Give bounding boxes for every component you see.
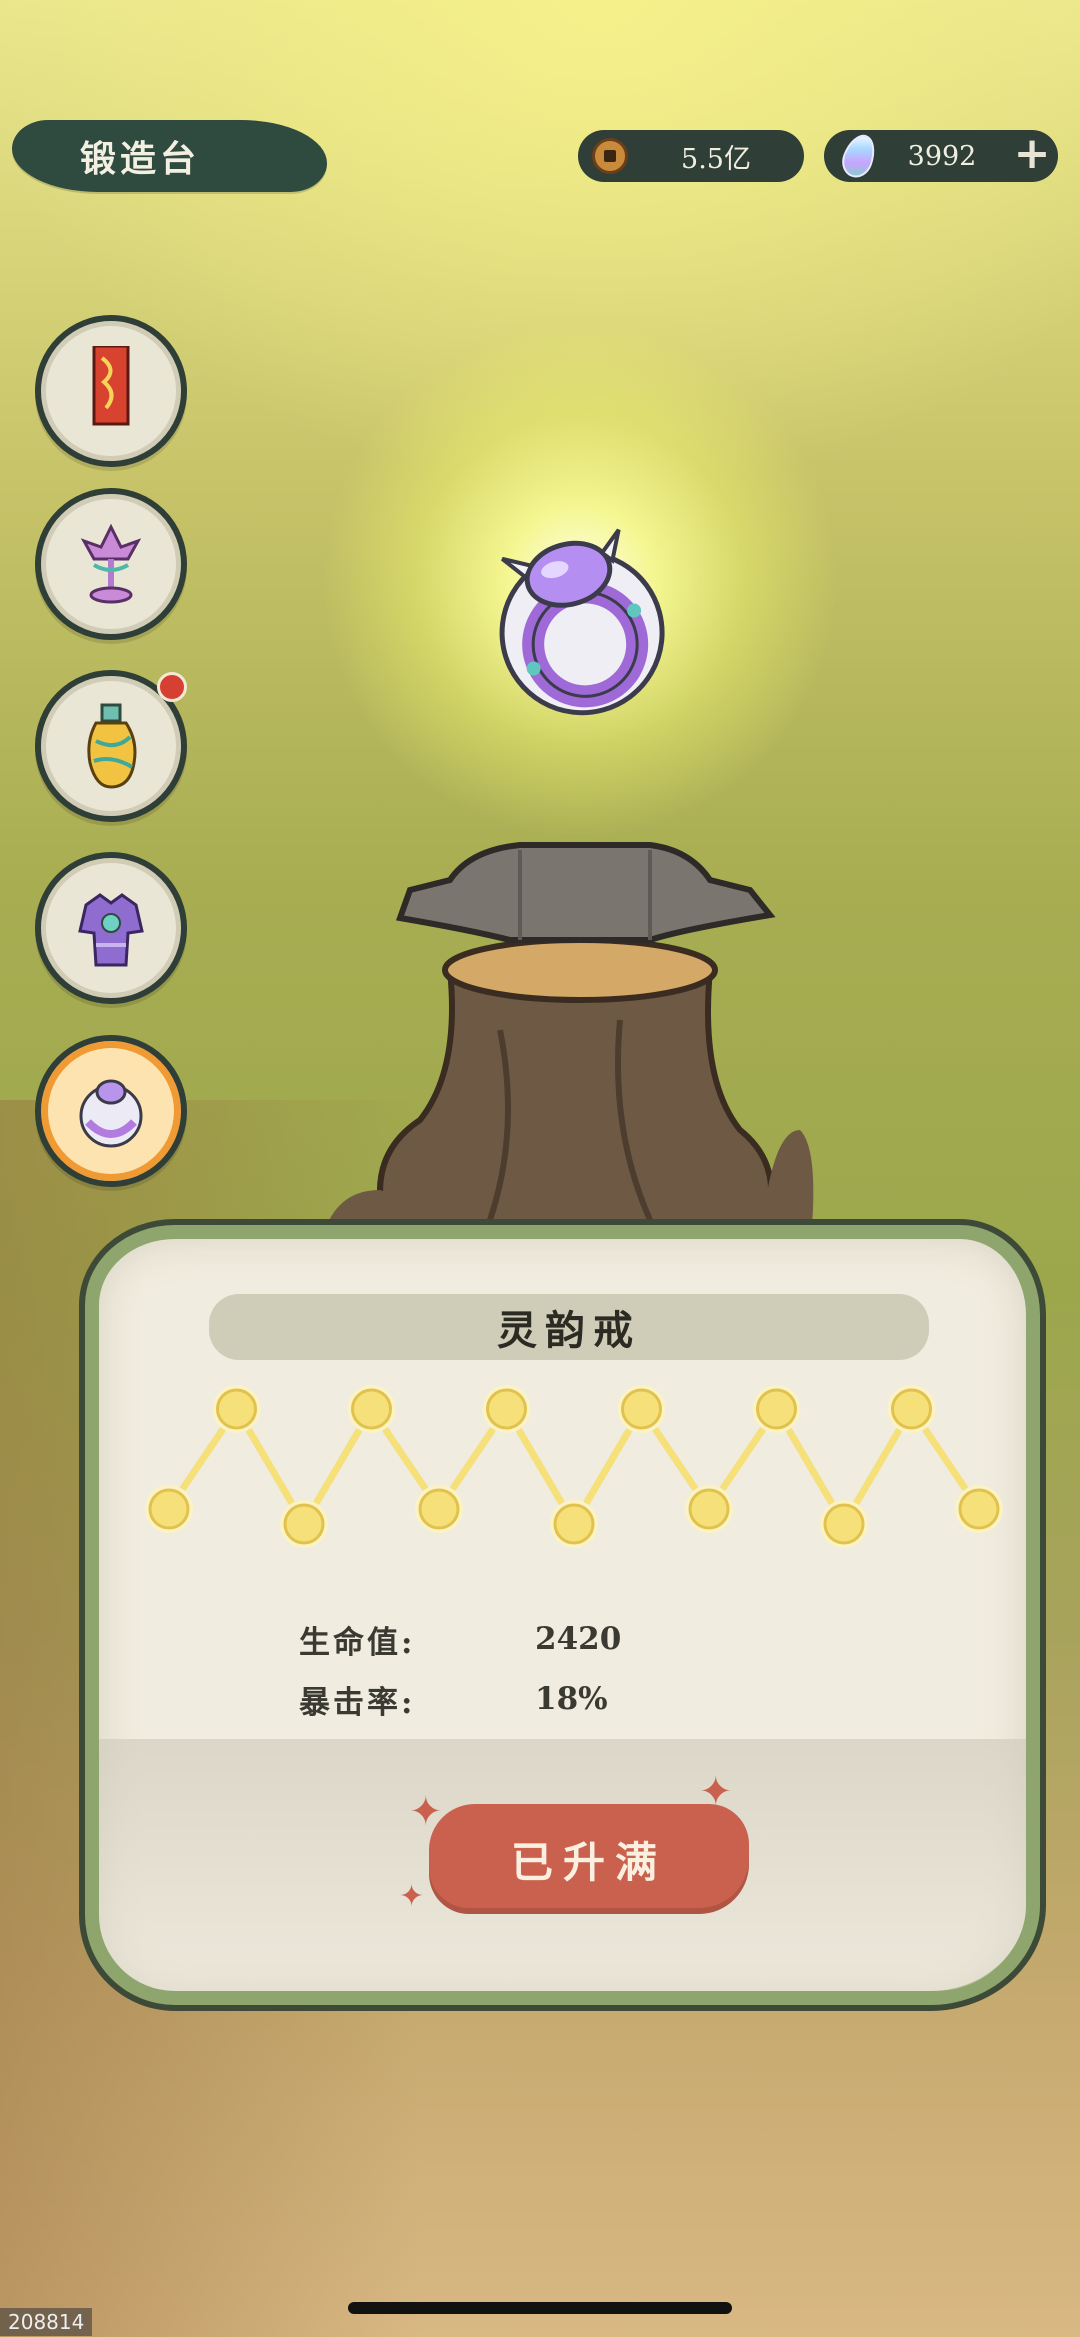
anvil-stump bbox=[325, 842, 814, 1230]
progress-connector bbox=[246, 1427, 295, 1506]
progress-node bbox=[553, 1503, 595, 1545]
coin-amount: 5.5亿 bbox=[681, 143, 751, 175]
ring-item-image bbox=[499, 528, 665, 716]
progress-connector bbox=[180, 1427, 226, 1491]
ring-icon bbox=[79, 1079, 143, 1148]
upgrade-maxed-label: 已升满 bbox=[510, 1837, 667, 1887]
add-gems-button[interactable]: + bbox=[1010, 132, 1054, 178]
progress-node bbox=[688, 1488, 730, 1530]
progress-node bbox=[891, 1388, 932, 1430]
progress-node bbox=[216, 1388, 257, 1430]
sidebar-slot-lotus-lamp[interactable] bbox=[35, 488, 187, 640]
progress-node bbox=[958, 1488, 1000, 1530]
progress-node bbox=[283, 1503, 325, 1545]
progress-connector bbox=[720, 1427, 766, 1491]
progress-connector bbox=[853, 1427, 902, 1506]
progress-connector bbox=[786, 1427, 835, 1506]
page-title-banner: 锻造台 bbox=[12, 120, 327, 192]
sparkle-icon: ✦ bbox=[399, 1879, 425, 1914]
page-title: 锻造台 bbox=[80, 138, 201, 180]
progress-connector bbox=[313, 1427, 362, 1506]
progress-connector bbox=[382, 1427, 428, 1491]
home-indicator[interactable] bbox=[348, 2302, 732, 2314]
talisman-icon bbox=[92, 346, 130, 426]
stat-label: 暴击率: bbox=[299, 1684, 416, 1721]
build-id: 208814 bbox=[0, 2308, 93, 2336]
progress-node bbox=[486, 1388, 527, 1430]
sidebar-slot-talisman[interactable] bbox=[35, 315, 187, 467]
progress-connector bbox=[922, 1427, 968, 1491]
sidebar-slot-ring[interactable] bbox=[35, 1035, 187, 1187]
stat-value: 2420 bbox=[535, 1621, 622, 1657]
sidebar-slot-armor[interactable] bbox=[35, 852, 187, 1004]
progress-connector bbox=[583, 1427, 632, 1506]
progress-node bbox=[621, 1388, 662, 1430]
item-stats: 生命值: 2420 暴击率: 18% bbox=[299, 1609, 621, 1729]
progress-node bbox=[148, 1488, 190, 1530]
stat-row-crit: 暴击率: 18% bbox=[299, 1669, 621, 1729]
progress-node bbox=[351, 1388, 392, 1430]
gem-counter: 3992 + bbox=[824, 130, 1058, 182]
item-name: 灵韵戒 bbox=[497, 1307, 641, 1354]
progress-node bbox=[823, 1503, 865, 1545]
item-detail-panel: 灵韵戒 生命值: 2420 暴击率: 18% ✦ ✦ ✦ 已升满 bbox=[85, 1225, 1040, 2005]
progress-connector bbox=[450, 1427, 496, 1491]
item-name-bar: 灵韵戒 bbox=[209, 1294, 929, 1360]
gourd-icon bbox=[87, 703, 137, 789]
armor-icon bbox=[78, 893, 144, 967]
progress-node bbox=[418, 1488, 460, 1530]
coin-icon bbox=[592, 138, 628, 174]
stat-label: 生命值: bbox=[299, 1624, 416, 1661]
stat-value: 18% bbox=[535, 1681, 608, 1717]
lotus-lamp-icon bbox=[80, 523, 142, 604]
progress-connector bbox=[516, 1427, 565, 1506]
stat-row-hp: 生命值: 2420 bbox=[299, 1609, 621, 1669]
notification-badge bbox=[157, 672, 187, 702]
progress-node bbox=[756, 1388, 797, 1430]
upgrade-maxed-button[interactable]: 已升满 bbox=[429, 1804, 749, 1914]
coin-counter: 5.5亿 bbox=[578, 130, 804, 182]
gem-amount: 3992 bbox=[907, 140, 977, 172]
progress-connector bbox=[652, 1427, 698, 1491]
upgrade-progress-track bbox=[145, 1385, 1003, 1548]
